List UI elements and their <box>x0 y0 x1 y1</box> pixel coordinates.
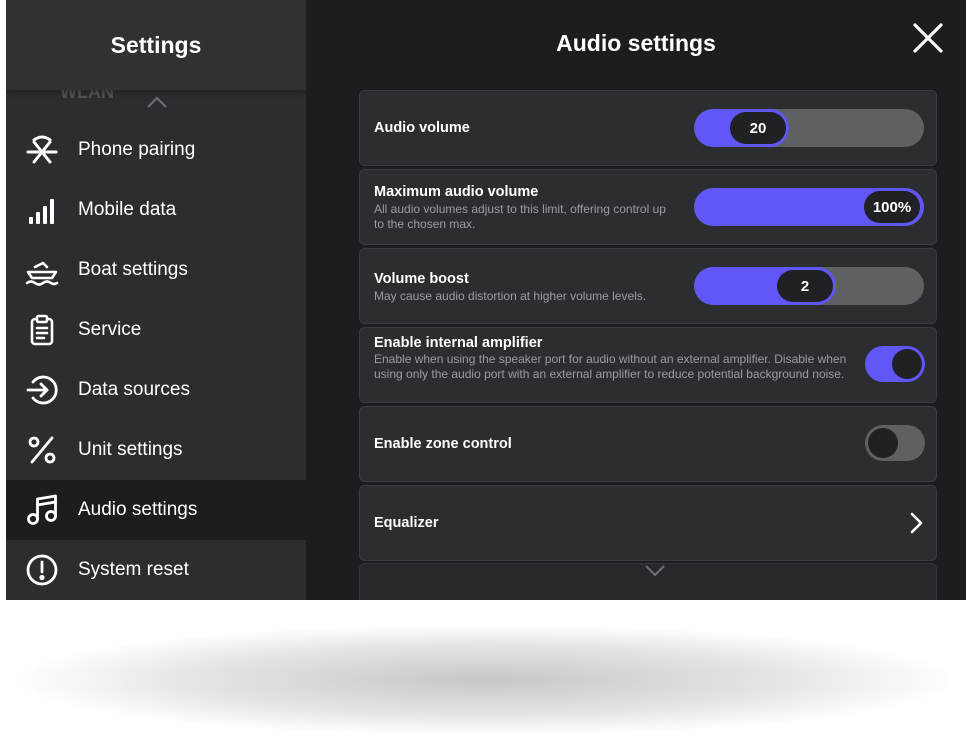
internal-amplifier-label: Enable internal amplifier <box>374 335 543 351</box>
equalizer-row[interactable]: Equalizer <box>359 485 937 561</box>
volume-boost-slider[interactable]: 2 <box>694 267 924 305</box>
data-source-arrow-icon <box>25 373 59 407</box>
signal-bars-icon <box>25 193 59 227</box>
slider-knob[interactable]: 20 <box>730 112 786 144</box>
sidebar-title: Settings <box>110 31 202 58</box>
toggle-knob <box>892 349 922 379</box>
page-title: Audio settings <box>556 30 716 56</box>
sidebar-item-label: Phone pairing <box>78 139 196 160</box>
volume-boost-card: Volume boost May cause audio distortion … <box>359 248 937 324</box>
sidebar-item-phone-pairing[interactable]: Phone pairing <box>6 120 306 180</box>
internal-amplifier-toggle[interactable] <box>865 346 925 382</box>
internal-amplifier-card: Enable internal amplifier Enable when us… <box>359 327 937 403</box>
sidebar-item-boat-settings[interactable]: Boat settings <box>6 240 306 300</box>
sidebar-item-label: Boat settings <box>78 259 188 280</box>
max-audio-volume-label: Maximum audio volume <box>374 184 539 200</box>
sidebar-item-service[interactable]: Service <box>6 300 306 360</box>
music-note-icon <box>25 493 59 527</box>
sidebar-item-label: Data sources <box>78 379 190 400</box>
equalizer-label: Equalizer <box>374 515 439 531</box>
sidebar-header: Settings <box>6 0 306 90</box>
chevron-right-icon <box>910 512 923 534</box>
audio-volume-card: Audio volume 20 <box>359 90 937 166</box>
chevron-down-icon[interactable] <box>644 564 666 578</box>
audio-settings-panel: Audio settings Audio volume 20 Maximum a… <box>306 0 966 600</box>
sidebar-item-label: System reset <box>78 559 189 580</box>
sidebar-item-unit-settings[interactable]: Unit settings <box>6 420 306 480</box>
audio-volume-label: Audio volume <box>374 120 470 136</box>
toggle-knob <box>868 428 898 458</box>
sidebar-item-label: Audio settings <box>78 499 198 520</box>
volume-boost-description: May cause audio distortion at higher vol… <box>374 289 647 303</box>
boat-icon <box>25 253 59 287</box>
sidebar-item-label: Mobile data <box>78 199 177 220</box>
internal-amplifier-description: Enable when using the speaker port for a… <box>374 352 847 381</box>
device-shadow <box>20 625 950 735</box>
max-audio-volume-slider[interactable]: 100% <box>694 188 924 226</box>
max-audio-volume-description: All audio volumes adjust to this limit, … <box>374 202 666 231</box>
sidebar-item-audio-settings[interactable]: Audio settings <box>6 480 306 540</box>
sidebar-item-mobile-data[interactable]: Mobile data <box>6 180 306 240</box>
slider-knob[interactable]: 2 <box>777 270 833 302</box>
close-icon[interactable] <box>910 20 946 56</box>
slider-knob[interactable]: 100% <box>864 191 920 223</box>
phone-pairing-icon <box>25 133 59 167</box>
settings-sidebar: Settings WLAN Phone pairing Mobile data … <box>6 0 306 600</box>
device-screen: Settings WLAN Phone pairing Mobile data … <box>6 0 966 600</box>
chevron-up-icon[interactable] <box>146 95 168 109</box>
percent-icon <box>25 433 59 467</box>
alert-circle-icon <box>25 553 59 587</box>
sidebar-item-label: Unit settings <box>78 439 183 460</box>
audio-volume-slider[interactable]: 20 <box>694 109 924 147</box>
sidebar-item-label: Service <box>78 319 142 340</box>
zone-control-toggle[interactable] <box>865 425 925 461</box>
clipboard-icon <box>25 313 59 347</box>
zone-control-label: Enable zone control <box>374 436 512 452</box>
max-audio-volume-card: Maximum audio volume All audio volumes a… <box>359 169 937 245</box>
sidebar-item-data-sources[interactable]: Data sources <box>6 360 306 420</box>
zone-control-card: Enable zone control <box>359 406 937 482</box>
sidebar-item-system-reset[interactable]: System reset <box>6 540 306 600</box>
volume-boost-label: Volume boost <box>374 271 469 287</box>
